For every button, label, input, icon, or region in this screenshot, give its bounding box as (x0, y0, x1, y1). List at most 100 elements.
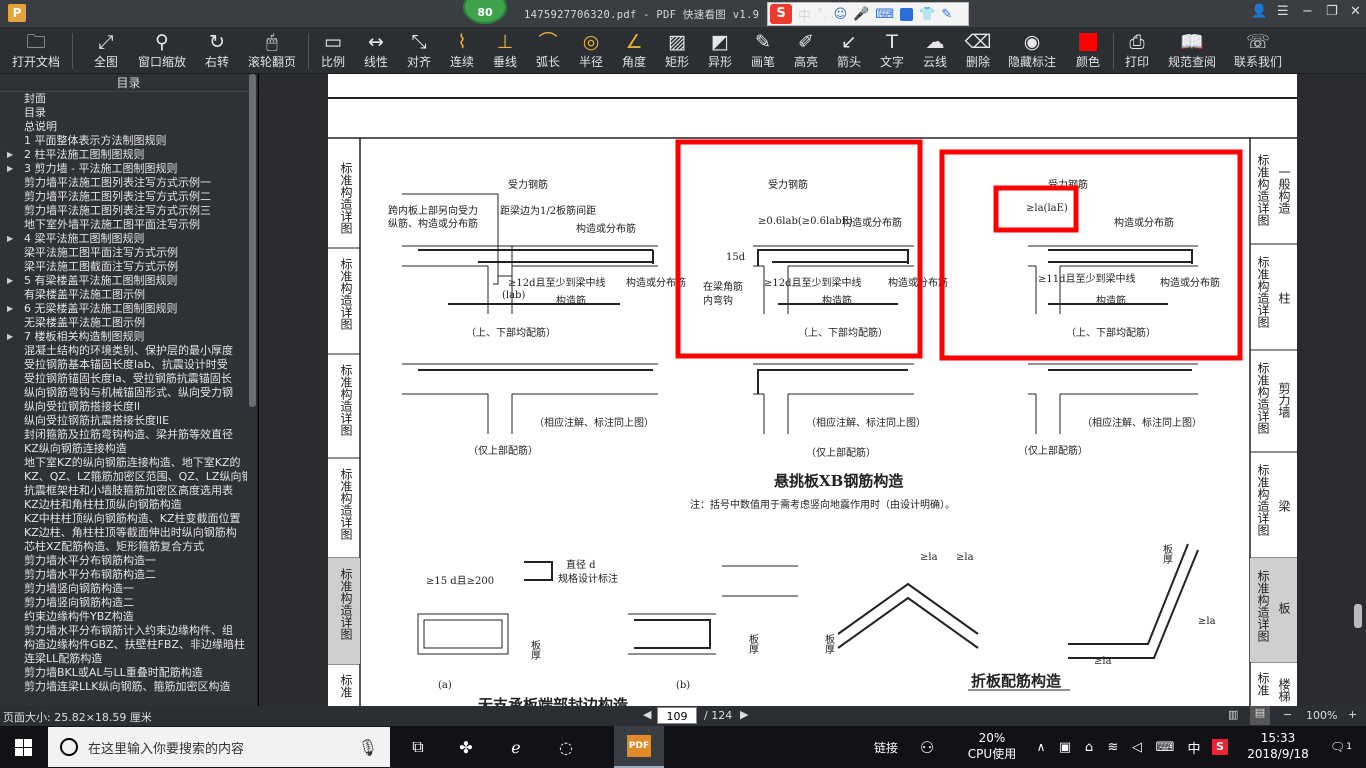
toc-item[interactable]: 构造边缘构件GBZ、扶壁柱FBZ、非边缘暗柱 (0, 638, 247, 652)
expand-arrow-icon[interactable]: ▶ (7, 232, 13, 246)
ime-toolbar[interactable]: S 中 °, ☺ 🎤 ⌨ 👕 ✎ (767, 2, 969, 26)
toc-item[interactable]: 剪力墙竖向钢筋构造一 (0, 582, 247, 596)
expand-arrow-icon[interactable]: ▶ (7, 148, 13, 162)
toc-item[interactable]: 剪力墙水平分布钢筋构造二 (0, 568, 247, 582)
toc-item[interactable]: 1 平面整体表示方法制图规则 (0, 134, 247, 148)
taskbar-search[interactable]: 在这里输入你要搜索的内容 🎙 (48, 727, 390, 767)
toc-item[interactable]: 抗震框架柱和小墙肢箍筋加密区高度选用表 (0, 484, 247, 498)
toc-item[interactable]: 无梁楼盖平法施工图示例 (0, 316, 247, 330)
text-button[interactable]: T 文字 (877, 29, 907, 73)
toc-item[interactable]: 地下室KZ的纵向钢筋连接构造、地下室KZ的 (0, 456, 247, 470)
window-zoom-button[interactable]: ⚲ 窗口缩放 (136, 29, 188, 73)
toc-item[interactable]: 剪力墙平法施工图列表注写方式示例一 (0, 176, 247, 190)
toc-item[interactable]: 受拉钢筋锚固长度la、受拉钢筋抗震锚固长 (0, 372, 247, 386)
toc-item[interactable]: 连梁LL配筋构造 (0, 652, 247, 666)
keyboard-icon[interactable]: ⌨ (875, 7, 894, 22)
minimize-icon[interactable]: − (1302, 4, 1313, 19)
toc-item[interactable]: 有梁楼盖平法施工图示例 (0, 288, 247, 302)
toc-item[interactable]: ▶ 5 有梁楼盖平法施工图制图规则 (0, 274, 247, 288)
arc-length-button[interactable]: ⌒ 弧长 (533, 29, 563, 73)
close-icon[interactable]: ✕ (1350, 4, 1361, 19)
align-measure-button[interactable]: ⤡ 对齐 (404, 29, 434, 73)
maximize-icon[interactable]: ❐ (1326, 4, 1338, 19)
toc-item[interactable]: 总说明 (0, 120, 247, 134)
user-icon[interactable]: 👤 (1251, 4, 1267, 19)
toc-item[interactable]: 芯柱XZ配筋构造、矩形箍筋复合方式 (0, 540, 247, 554)
linear-measure-button[interactable]: ↔ 线性 (361, 29, 391, 73)
cpu-meter[interactable]: 20% CPU使用 (960, 730, 1024, 762)
toc-item[interactable]: 受拉钢筋基本锚固长度lab、抗震设计时受 (0, 358, 247, 372)
sogou-icon[interactable]: S (770, 4, 792, 24)
toc-item[interactable]: ▶ 7 楼板相关构造制图规则 (0, 330, 247, 344)
expand-arrow-icon[interactable]: ▶ (7, 330, 13, 344)
sidebar-scrollbar[interactable] (249, 74, 256, 407)
expand-arrow-icon[interactable]: ▶ (7, 302, 13, 316)
wrench-icon[interactable]: ✎ (941, 7, 952, 22)
expand-arrow-icon[interactable]: ▶ (7, 162, 13, 176)
keyboard-icon[interactable]: ⌨ (1152, 726, 1178, 768)
delete-button[interactable]: ⌫ 删除 (963, 29, 993, 73)
fit-page-button[interactable]: ⤢ 全图 (90, 29, 122, 73)
rectangle-button[interactable]: ▨ 矩形 (662, 29, 692, 73)
smile-icon[interactable]: ☺ (834, 7, 848, 22)
volume-icon[interactable]: ◁ (1128, 726, 1146, 768)
chevron-up-icon[interactable]: ∧ (1032, 726, 1050, 768)
wifi-icon[interactable]: ≋ (1104, 726, 1122, 768)
zoom-in-button[interactable]: + (1348, 708, 1357, 721)
tray-app-icon[interactable]: ▣ (1056, 726, 1074, 768)
sogou-tray-icon[interactable]: S (1210, 726, 1230, 768)
toc-item[interactable]: 纵向钢筋弯钩与机械锚固形式、纵向受力钢 (0, 386, 247, 400)
expand-arrow-icon[interactable]: ▶ (7, 274, 13, 288)
toc-item[interactable]: 混凝土结构的环境类别、保护层的最小厚度 (0, 344, 247, 358)
toc-item[interactable]: ▶ 2 柱平法施工图制图规则 (0, 148, 247, 162)
toc-item[interactable]: 剪力墙BKL或AL与LL重叠时配筋构造 (0, 666, 247, 680)
notification-button[interactable]: 🗨 1 (1326, 726, 1356, 768)
toc-item[interactable]: ▶ 4 梁平法施工图制图规则 (0, 232, 247, 246)
mic-icon[interactable]: 🎙 (358, 738, 378, 757)
pen-button[interactable]: ✎ 画笔 (748, 29, 778, 73)
link-label[interactable]: 链接 (866, 726, 906, 768)
viewer-scrollbar[interactable] (1354, 604, 1362, 628)
scale-button[interactable]: ▭ 比例 (318, 29, 348, 73)
ie-icon[interactable]: ℯ (496, 726, 536, 768)
toc-item[interactable]: 梁平法施工图截面注写方式示例 (0, 260, 247, 274)
page-number-input[interactable]: 109 (657, 707, 697, 724)
ime-indicator[interactable]: 中 (1184, 726, 1204, 768)
continuous-measure-button[interactable]: ⌇ 连续 (447, 29, 477, 73)
toc-item[interactable]: 纵向受拉钢筋抗震搭接长度llE (0, 414, 247, 428)
toc-item[interactable]: 纵向受拉钢筋搭接长度ll (0, 400, 247, 414)
contact-button[interactable]: ☏ 联系我们 (1232, 29, 1284, 73)
hide-marks-button[interactable]: ◉ 隐藏标注 (1006, 29, 1058, 73)
toc-item[interactable]: KZ中柱柱顶纵向钢筋构造、KZ柱变截面位置 (0, 512, 247, 526)
toc-item[interactable]: 剪力墙竖向钢筋构造二 (0, 596, 247, 610)
toc-item[interactable]: 封面 (0, 92, 247, 106)
toc-item[interactable]: 剪力墙平法施工图列表注写方式示例二 (0, 190, 247, 204)
toc-item[interactable]: 约束边缘构件YBZ构造 (0, 610, 247, 624)
continuous-page-icon[interactable]: ▤ (1250, 706, 1270, 725)
toc-item[interactable]: KZ边柱和角柱柱顶纵向钢筋构造 (0, 498, 247, 512)
radius-button[interactable]: ◎ 半径 (576, 29, 606, 73)
browser-app-icon[interactable]: ◌ (546, 726, 586, 768)
taskbar-pdf-app[interactable]: PDF (614, 726, 664, 768)
start-button[interactable] (0, 726, 46, 768)
people-icon[interactable]: ⚇ (912, 726, 942, 768)
ime-item[interactable]: 中 (798, 5, 811, 24)
open-button[interactable]: 🗀 打开文档 (10, 29, 62, 73)
toc-item[interactable]: 剪力墙平法施工图列表注写方式示例三 (0, 204, 247, 218)
toc-item[interactable]: 目录 (0, 106, 247, 120)
toc-item[interactable]: KZ、QZ、LZ箍筋加密区范围、QZ、LZ纵向钢 (0, 470, 247, 484)
color-button[interactable]: 颜色 (1073, 29, 1103, 73)
zoom-out-button[interactable]: − (1283, 708, 1292, 721)
grid-icon[interactable] (900, 7, 914, 21)
toc-item[interactable]: ▶ 3 剪力墙 - 平法施工图制图规则 (0, 162, 247, 176)
shirt-icon[interactable]: 👕 (919, 7, 935, 22)
print-button[interactable]: ⎙ 打印 (1122, 29, 1152, 73)
toc-item[interactable]: 剪力墙连梁LLK纵向钢筋、箍筋加密区构造 (0, 680, 247, 694)
spec-lookup-button[interactable]: 📖 规范查阅 (1166, 29, 1218, 73)
ime-item[interactable]: °, (817, 7, 828, 22)
shaped-button[interactable]: ◩ 异形 (705, 29, 735, 73)
rotate-button[interactable]: ↻ 右转 (202, 29, 232, 73)
clock[interactable]: 15:33 2018/9/18 (1238, 730, 1318, 762)
toc-item[interactable]: 地下室外墙平法施工图平面注写示例 (0, 218, 247, 232)
toc-item[interactable]: 剪力墙水平分布钢筋计入约束边缘构件、组 (0, 624, 247, 638)
